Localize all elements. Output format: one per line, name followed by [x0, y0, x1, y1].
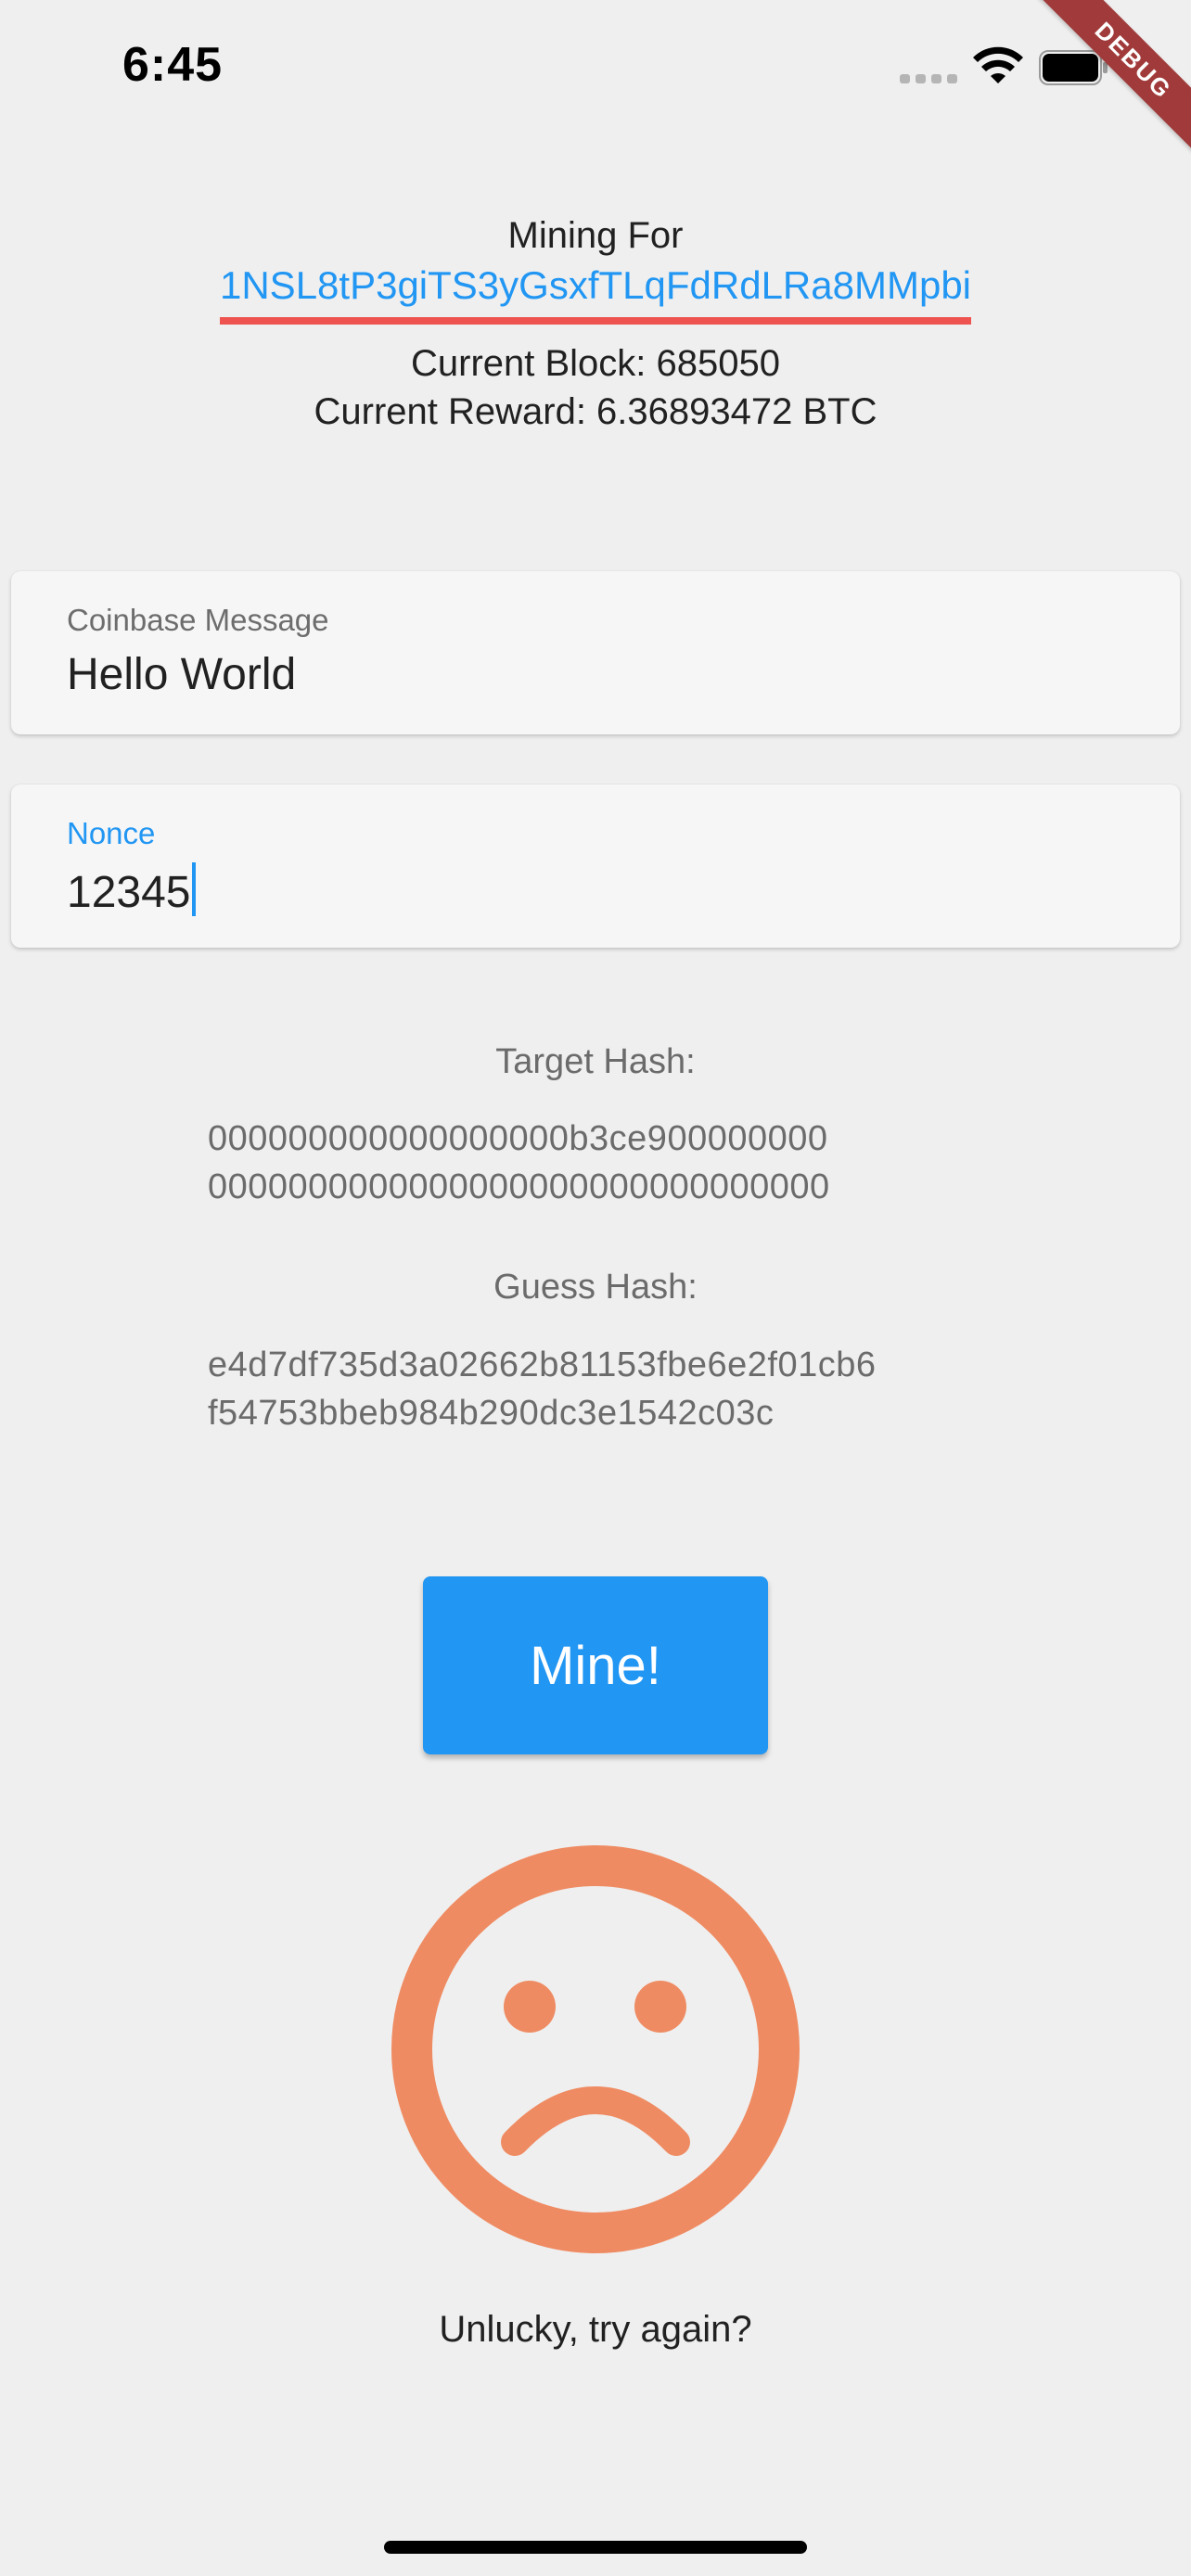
status-time: 6:45	[122, 38, 224, 92]
cellular-signal-icon	[900, 74, 957, 83]
coinbase-message-field[interactable]: Coinbase Message Hello World	[11, 571, 1180, 734]
guess-hash-value: e4d7df735d3a02662b81153fbe6e2f01cb6 f547…	[208, 1341, 1024, 1437]
coinbase-message-label: Coinbase Message	[67, 603, 329, 637]
current-reward-text: Current Reward: 6.36893472 BTC	[314, 391, 877, 432]
target-hash-title: Target Hash:	[495, 1042, 696, 1081]
guess-hash-line: f54753bbeb984b290dc3e1542c03c	[208, 1394, 775, 1433]
home-indicator[interactable]	[384, 2541, 807, 2554]
nonce-label: Nonce	[67, 816, 156, 850]
nonce-input-wrapper[interactable]: 12345	[67, 862, 197, 918]
target-hash-line: 000000000000000000b3ce900000000	[208, 1119, 828, 1158]
nonce-input[interactable]: 12345	[67, 868, 190, 917]
mining-for-label: Mining For	[507, 215, 684, 256]
mine-button[interactable]: Mine!	[423, 1576, 768, 1754]
guess-hash-section: Guess Hash:	[0, 1268, 1191, 1307]
wallet-address-link[interactable]: 1NSL8tP3giTS3yGsxfTLqFdRdLRa8MMpbi	[219, 260, 972, 325]
guess-hash-line: e4d7df735d3a02662b81153fbe6e2f01cb6	[208, 1345, 877, 1384]
nonce-field[interactable]: Nonce 12345	[11, 784, 1180, 948]
result-message: Unlucky, try again?	[439, 2309, 752, 2350]
current-block-text: Current Block: 685050	[410, 343, 780, 384]
target-hash-line: 0000000000000000000000000000000	[208, 1167, 830, 1206]
debug-banner-label: DEBUG	[1024, 0, 1191, 167]
mining-info-header: Mining For 1NSL8tP3giTS3yGsxfTLqFdRdLRa8…	[0, 211, 1191, 436]
sad-face-icon	[391, 1845, 800, 2253]
coinbase-message-input[interactable]: Hello World	[67, 649, 296, 700]
target-hash-section: Target Hash:	[0, 1042, 1191, 1082]
debug-banner: DEBUG	[1024, 0, 1191, 167]
guess-hash-title: Guess Hash:	[493, 1268, 698, 1307]
wifi-icon	[973, 46, 1023, 83]
text-caret	[192, 862, 197, 916]
target-hash-value: 000000000000000000b3ce900000000 00000000…	[208, 1115, 1024, 1211]
